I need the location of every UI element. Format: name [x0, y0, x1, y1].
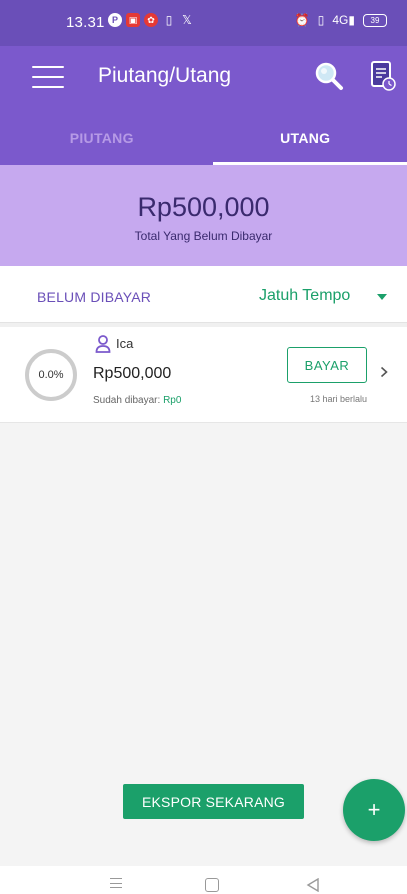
alarm-icon: ⏰	[294, 13, 310, 27]
signal-icon: 4G▮	[332, 13, 355, 27]
notification-app-icon: ✿	[144, 13, 158, 27]
sort-dropdown[interactable]: Jatuh Tempo	[259, 287, 350, 305]
vibrate-icon: ▯	[165, 13, 173, 27]
plus-icon: +	[367, 797, 381, 822]
tab-piutang[interactable]: PIUTANG	[0, 108, 204, 165]
list-item[interactable]: 0.0% Ica Rp500,000 Sudah dibayar: Rp0 BA…	[0, 327, 407, 423]
add-button[interactable]: +	[343, 779, 405, 841]
nav-back-icon[interactable]	[306, 878, 320, 892]
caret-down-icon[interactable]	[377, 294, 387, 300]
status-filter-label: BELUM DIBAYAR	[37, 289, 152, 305]
search-icon[interactable]	[314, 61, 344, 91]
chevron-right-icon[interactable]	[380, 366, 388, 378]
total-label: Total Yang Belum Dibayar	[134, 229, 273, 243]
paid-value: Rp0	[163, 395, 182, 406]
summary-panel: Rp500,000 Total Yang Belum Dibayar	[0, 165, 407, 266]
vibrate-icon: ▯	[317, 13, 325, 27]
signal-label: 4G	[332, 13, 349, 27]
status-bar: 13.31 P ▣ ✿ ▯ 𝕏 ⏰ ▯ 4G▮ 39	[0, 0, 407, 46]
tab-bar: PIUTANG UTANG	[0, 108, 407, 165]
battery-level: 39	[370, 15, 380, 25]
system-nav-bar	[0, 866, 407, 894]
status-time: 13.31	[66, 14, 105, 31]
time-ago: 13 hari berlalu	[309, 394, 367, 404]
notification-app-icon: ▣	[126, 13, 140, 27]
debt-amount: Rp500,000	[93, 365, 172, 382]
nav-home-icon[interactable]	[205, 878, 219, 892]
tab-utang[interactable]: UTANG	[204, 108, 407, 165]
hamburger-menu-icon[interactable]	[32, 66, 64, 88]
notification-icons: P ▣ ✿ ▯ 𝕏	[108, 13, 194, 27]
paid-info: Sudah dibayar: Rp0	[93, 395, 181, 406]
app-bar: Piutang/Utang	[0, 46, 407, 108]
export-button[interactable]: EKSPOR SEKARANG	[123, 784, 304, 819]
pinterest-icon: P	[108, 13, 122, 27]
filter-row: BELUM DIBAYAR Jatuh Tempo	[0, 266, 407, 323]
x-icon: 𝕏	[182, 13, 192, 27]
battery-icon: 39	[363, 13, 387, 27]
paid-label: Sudah dibayar:	[93, 395, 161, 406]
pay-button[interactable]: BAYAR	[287, 347, 367, 383]
page-title: Piutang/Utang	[98, 64, 232, 87]
report-icon[interactable]	[370, 60, 396, 92]
total-amount: Rp500,000	[137, 192, 270, 222]
person-icon	[95, 335, 111, 353]
contact-name: Ica	[116, 336, 134, 351]
nav-menu-icon[interactable]	[110, 878, 122, 888]
progress-percent: 0.0%	[38, 369, 64, 381]
system-icons: ⏰ ▯ 4G▮ 39	[295, 13, 387, 27]
